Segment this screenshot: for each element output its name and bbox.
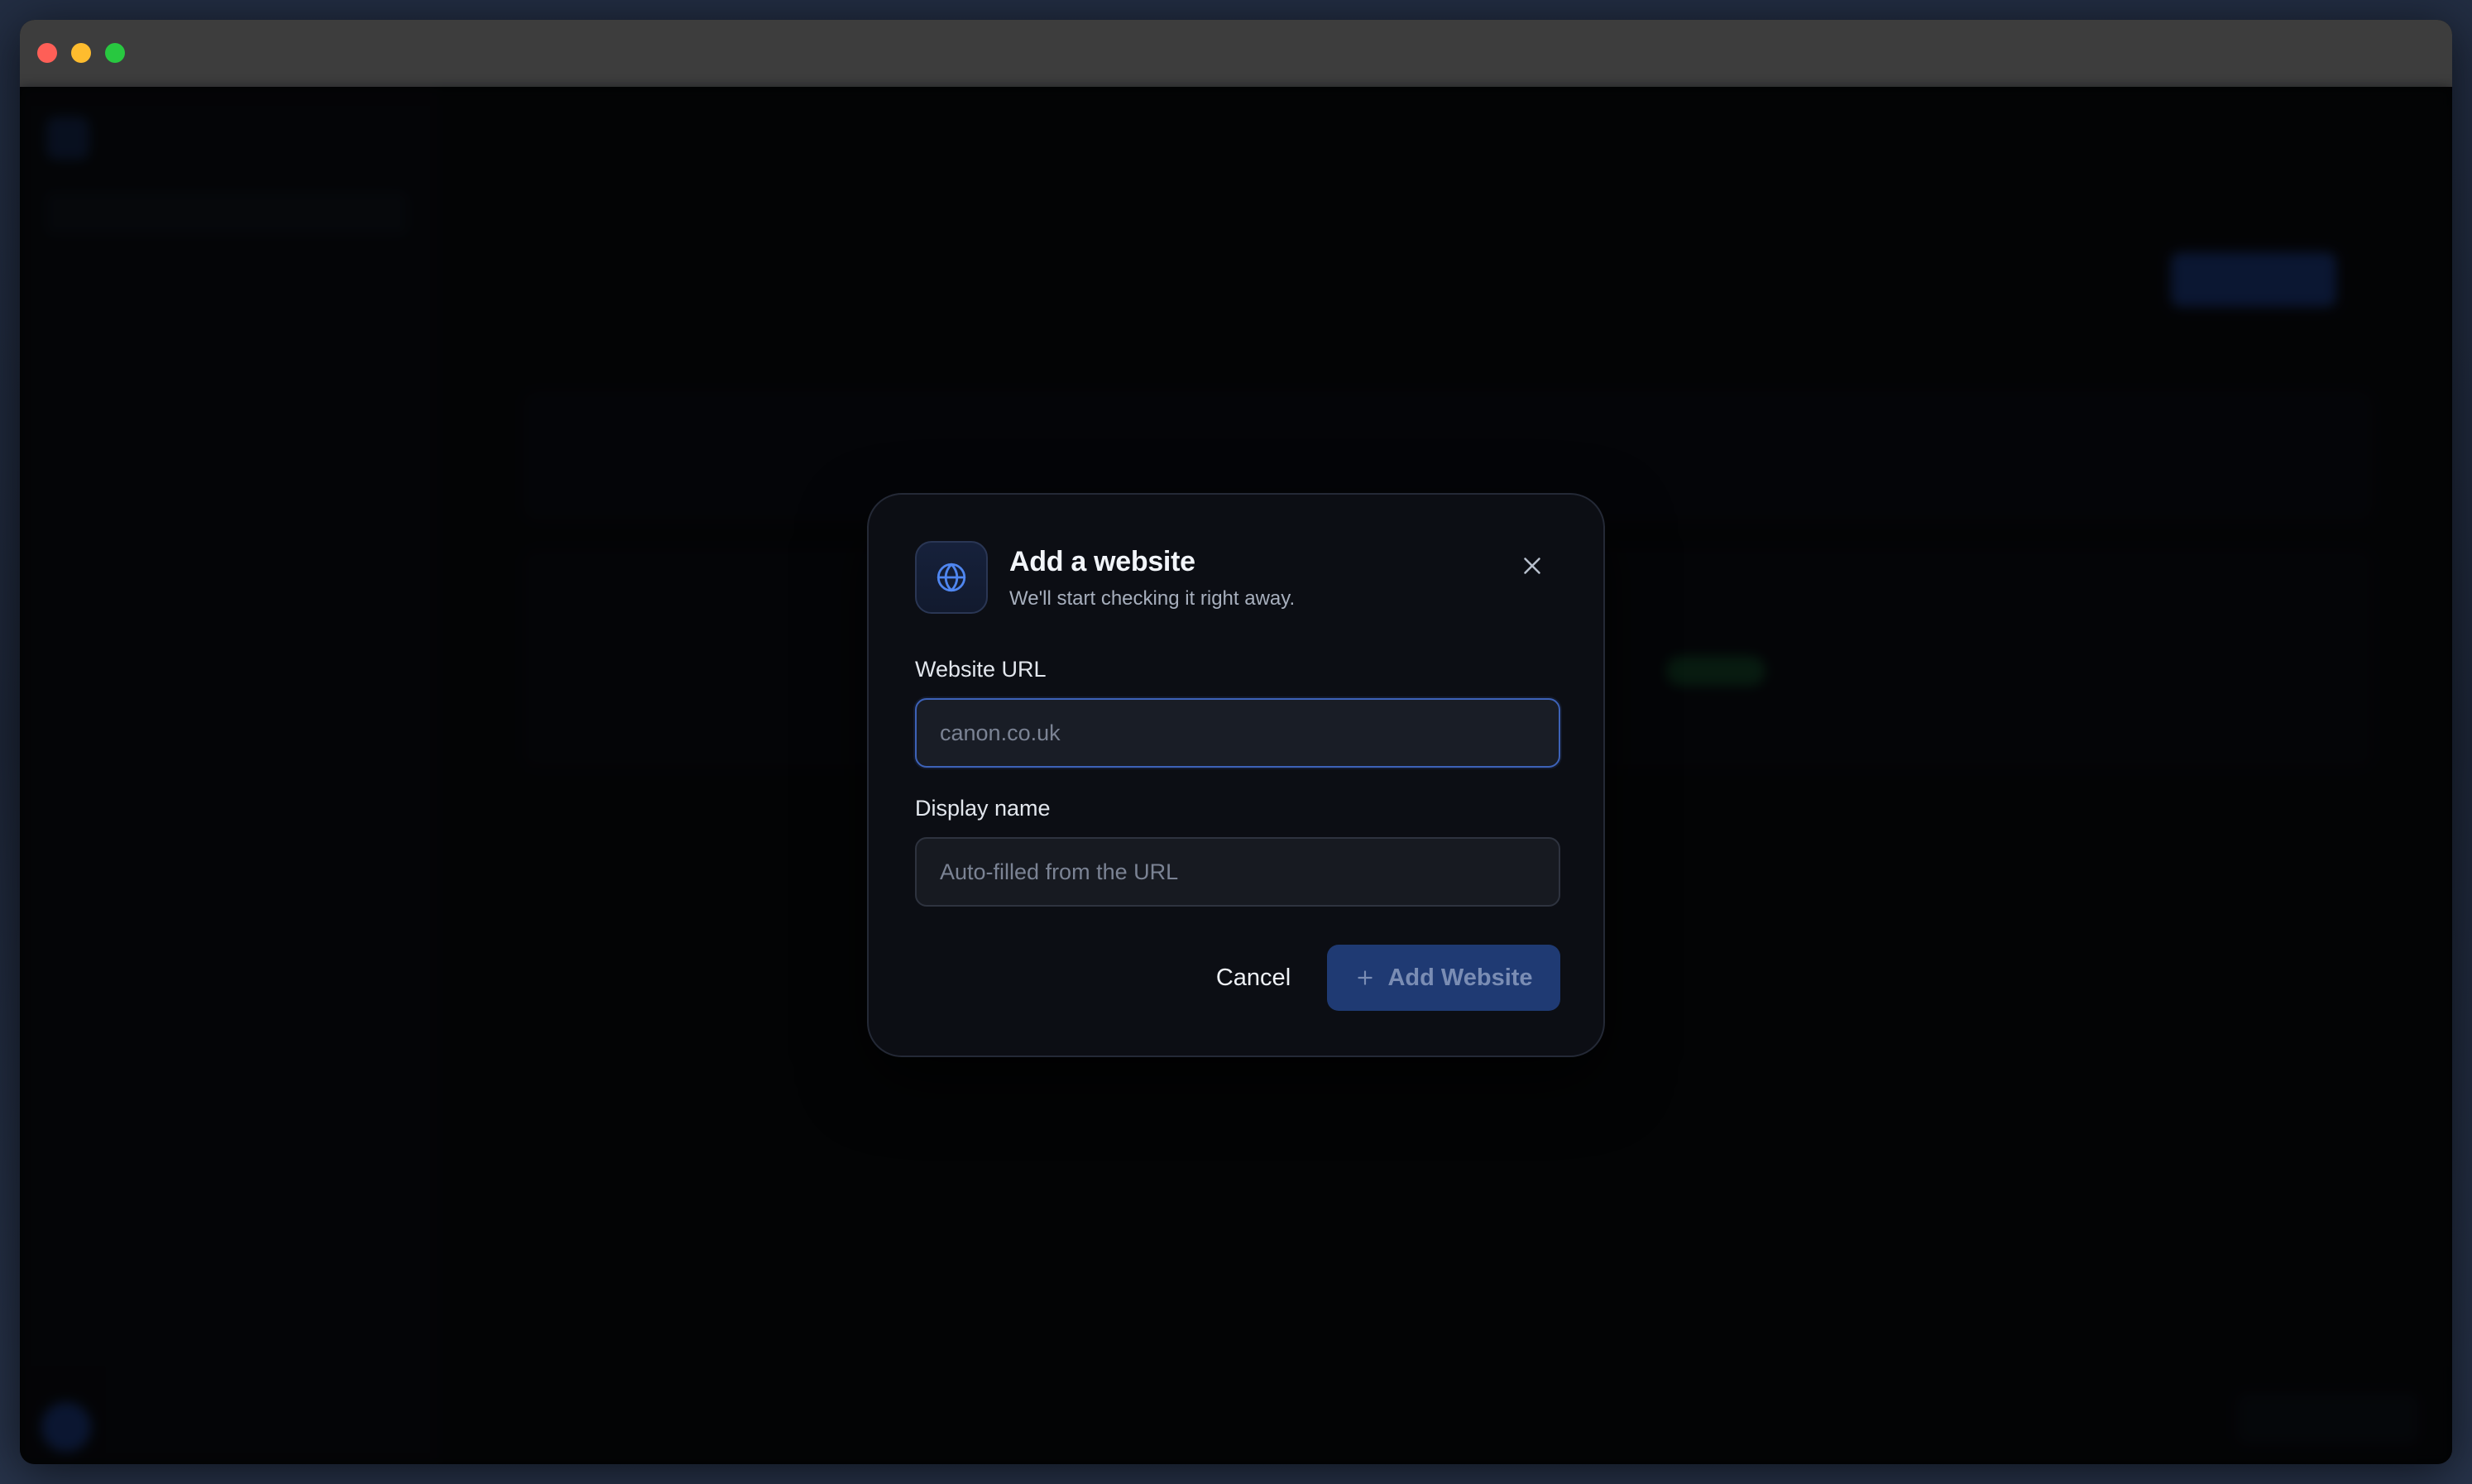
add-website-button-label: Add Website <box>1387 964 1533 991</box>
add-website-button[interactable]: Add Website <box>1327 945 1560 1011</box>
window-titlebar <box>20 20 2452 87</box>
window-close-button[interactable] <box>37 43 57 63</box>
add-website-dialog: Add a website We'll start checking it ri… <box>867 493 1605 1057</box>
website-url-label: Website URL <box>915 657 1047 682</box>
display-name-label: Display name <box>915 796 1051 821</box>
display-name-input[interactable] <box>915 837 1560 907</box>
dialog-title: Add a website <box>1009 546 1195 577</box>
plus-icon <box>1354 967 1376 989</box>
close-icon[interactable] <box>1516 549 1549 582</box>
website-url-input[interactable] <box>915 698 1560 768</box>
globe-icon <box>915 541 988 614</box>
window-maximize-button[interactable] <box>105 43 125 63</box>
dialog-subtitle: We'll start checking it right away. <box>1009 587 1296 610</box>
window-minimize-button[interactable] <box>71 43 91 63</box>
cancel-button[interactable]: Cancel <box>1190 945 1317 1011</box>
